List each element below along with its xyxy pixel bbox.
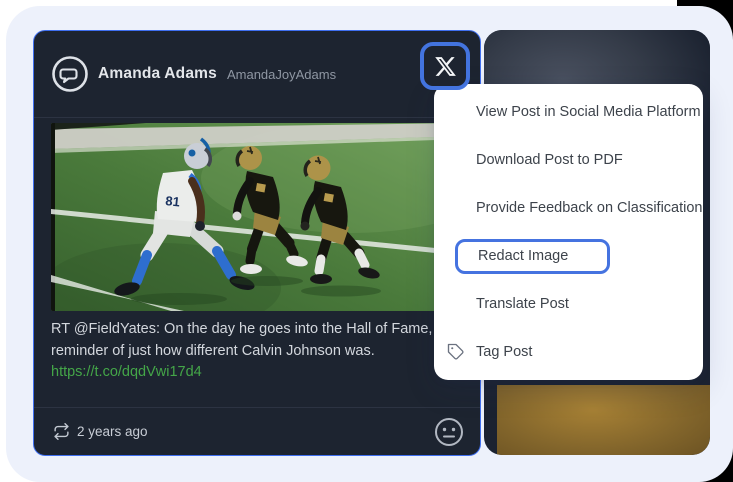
svg-text:81: 81 [165,193,181,209]
menu-item-translate-post[interactable]: Translate Post [434,280,703,328]
post-link[interactable]: https://t.co/dqdVwi17d4 [51,362,202,384]
menu-item-label: View Post in Social Media Platform [476,104,701,120]
redact-highlight-box: Redact Image [455,238,611,274]
blurred-post-image [497,385,710,455]
post-header: Amanda Adams AmandaJoyAdams [34,31,480,118]
menu-item-label: Provide Feedback on Classification [476,200,703,216]
menu-item-provide-feedback[interactable]: Provide Feedback on Classification [434,184,703,232]
post-timestamp: 2 years ago [77,424,148,439]
tag-icon [447,343,464,360]
menu-item-download-pdf[interactable]: Download Post to PDF [434,136,703,184]
post-card: Amanda Adams AmandaJoyAdams 81 RT @Field… [33,30,481,456]
menu-item-redact-image[interactable]: Redact Image [434,232,703,280]
menu-item-label: Download Post to PDF [476,152,623,168]
menu-item-label: Tag Post [476,344,533,360]
retweet-icon [54,423,69,440]
menu-item-tag-post[interactable]: Tag Post [434,328,703,376]
x-twitter-icon[interactable] [420,42,470,90]
menu-item-view-post[interactable]: View Post in Social Media Platform [434,88,703,136]
app-window: Amanda Adams AmandaJoyAdams 81 RT @Field… [0,0,733,482]
post-body: RT @FieldYates: On the day he goes into … [51,321,445,359]
menu-item-label: Redact Image [478,247,569,264]
author-handle: AmandaJoyAdams [226,66,337,82]
author-name: Amanda Adams [98,65,217,82]
menu-item-label: Translate Post [476,296,569,312]
x-logo-glyph [434,56,456,76]
post-options-menu: View Post in Social Media Platform Downl… [434,84,703,380]
neutral-face-icon[interactable] [433,416,465,448]
post-image[interactable]: 81 [51,123,465,311]
post-footer: 2 years ago [34,407,480,455]
speech-bubble-icon [52,56,88,92]
